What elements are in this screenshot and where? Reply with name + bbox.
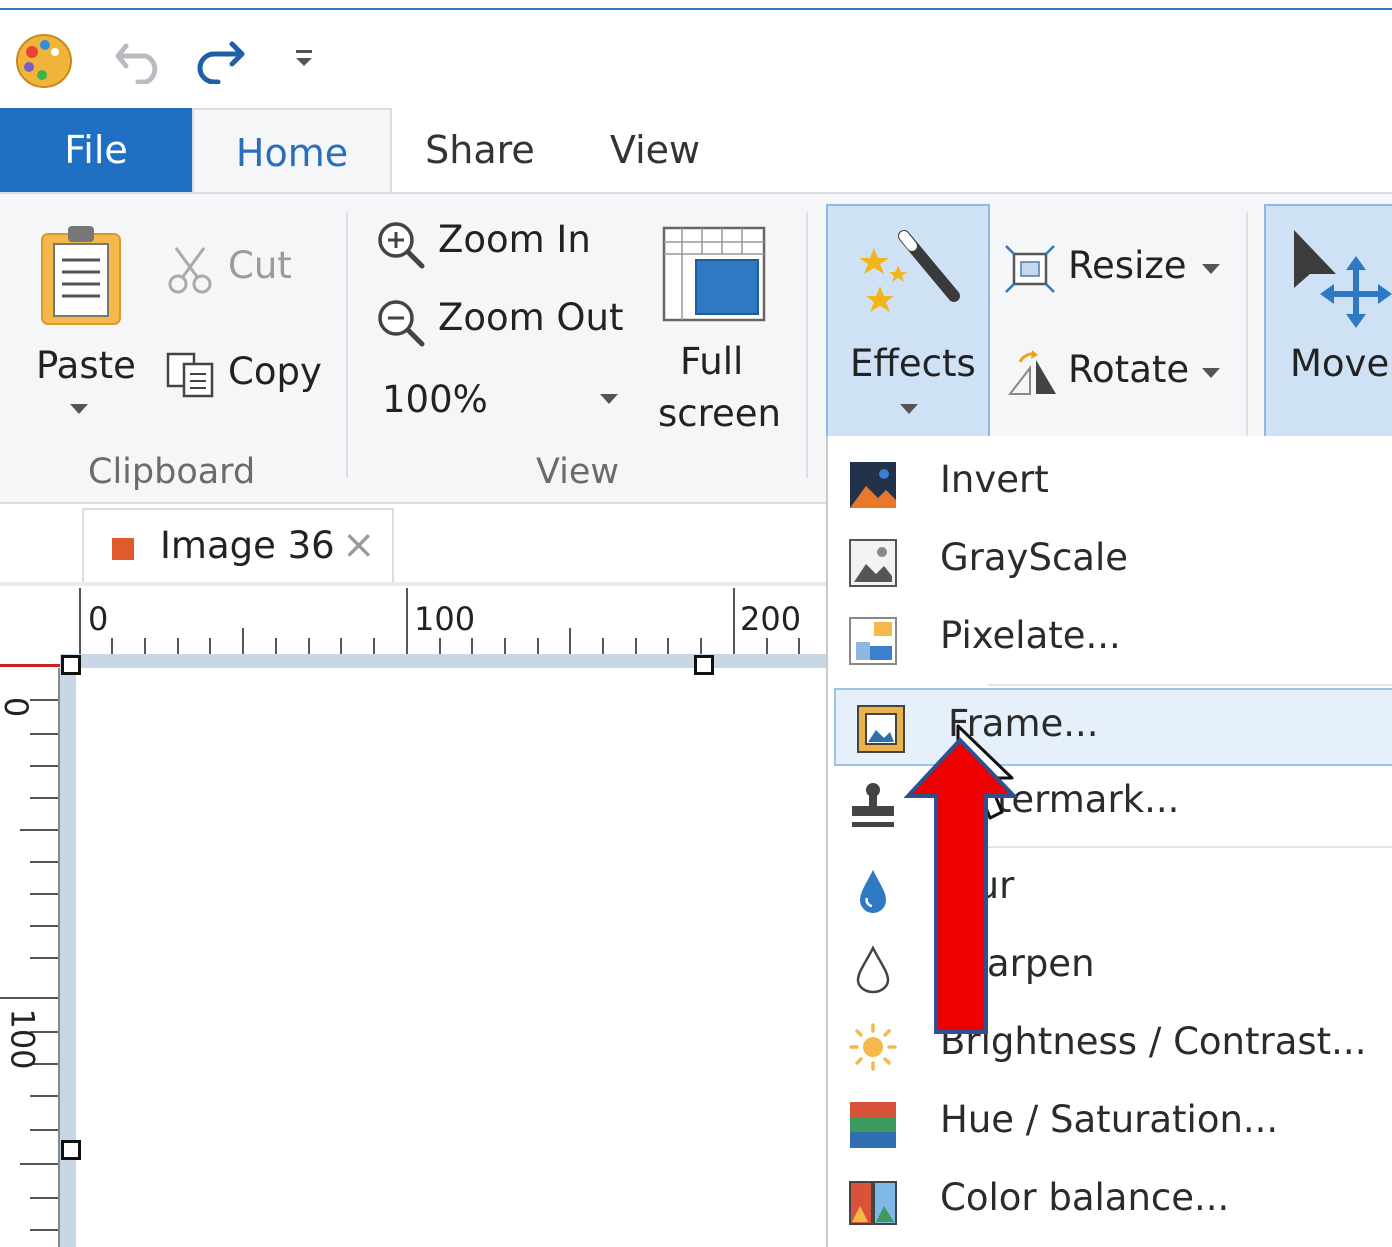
zoom-out-label: Zoom Out: [438, 296, 624, 339]
paste-button[interactable]: Paste: [28, 216, 136, 426]
resize-handle-left-middle[interactable]: [61, 1140, 81, 1160]
menu-item-label: GrayScale: [940, 536, 1128, 579]
horizontal-ruler: 0 100 200: [78, 588, 826, 656]
zoom-out-icon: [378, 300, 425, 347]
ribbon-separator: [346, 212, 348, 478]
tab-share[interactable]: Share: [410, 108, 550, 192]
zoom-in-icon: [378, 222, 425, 269]
sharpen-drop-icon: [856, 945, 890, 994]
pixelate-icon: [849, 617, 897, 665]
brightness-sun-icon: [849, 1023, 897, 1071]
copy-label: Copy: [228, 350, 322, 393]
vruler-label-0: 0: [0, 696, 36, 718]
tab-file[interactable]: File: [0, 108, 192, 192]
vertical-ruler-ticks: [0, 699, 58, 1231]
menu-item-grayscale[interactable]: GrayScale: [828, 524, 1392, 602]
full-screen-icon: [662, 226, 766, 322]
view-group-label: View: [536, 452, 620, 492]
ruler-label-0: 0: [88, 600, 109, 638]
color-balance-icon: [849, 1181, 897, 1225]
clipboard-paste-icon: [41, 226, 121, 325]
full-screen-button[interactable]: Full screen: [652, 220, 781, 440]
cut-label: Cut: [228, 244, 292, 287]
menu-item-invert[interactable]: Invert: [828, 446, 1392, 524]
ribbon-separator: [1246, 212, 1248, 438]
copy-button[interactable]: Copy: [162, 346, 332, 402]
paste-dropdown-icon: [70, 404, 88, 414]
ruler-label-200: 200: [740, 600, 802, 638]
ruler-label-100: 100: [414, 600, 476, 638]
effects-dropdown-icon: [900, 404, 918, 414]
ribbon-separator: [806, 212, 808, 478]
rotate-icon: [1007, 350, 1056, 395]
palette-icon: [16, 34, 72, 88]
resize-handle-top-left[interactable]: [61, 655, 81, 675]
rotate-label: Rotate: [1068, 348, 1190, 391]
image-canvas[interactable]: [76, 668, 826, 1247]
customize-toolbar-button[interactable]: [290, 44, 320, 74]
redo-button[interactable]: [192, 36, 248, 85]
document-tab[interactable]: Image 36 ×: [82, 508, 394, 584]
close-tab-button[interactable]: ×: [342, 522, 376, 568]
frame-icon: [857, 705, 905, 753]
menu-separator: [988, 846, 1392, 848]
tab-view[interactable]: View: [590, 108, 720, 192]
hue-saturation-icon: [850, 1102, 896, 1148]
redo-icon: [197, 41, 245, 85]
vertical-ruler: 0 100: [0, 668, 60, 1247]
move-label: Move: [1290, 342, 1390, 385]
blur-drop-icon: [860, 870, 886, 913]
zoom-dropdown-icon: [600, 394, 618, 404]
annotation-red-arrow: [904, 737, 1019, 1034]
rotate-dropdown-icon: [1202, 368, 1220, 378]
resize-handle-top-middle[interactable]: [694, 655, 714, 675]
document-tabstrip-border: [0, 582, 826, 586]
grayscale-icon: [849, 539, 897, 587]
document-color-icon: [112, 538, 134, 560]
rotate-button[interactable]: Rotate: [1000, 342, 1236, 402]
move-button[interactable]: Move: [1264, 204, 1392, 438]
resize-button[interactable]: Resize: [1000, 238, 1236, 298]
menu-item-label: Invert: [940, 458, 1049, 501]
menu-item-hue-saturation[interactable]: Hue / Saturation...: [828, 1086, 1392, 1164]
scissors-icon: [168, 247, 212, 294]
zoom-level-value: 100%: [382, 378, 488, 421]
menu-item-label: Pixelate...: [940, 614, 1121, 657]
watermark-stamp-icon: [852, 783, 894, 827]
document-title: Image 36: [160, 524, 335, 567]
window-top-border: [0, 0, 1392, 10]
cut-button[interactable]: Cut: [166, 240, 296, 296]
resize-dropdown-icon: [1202, 264, 1220, 274]
zoom-level-combobox[interactable]: 100%: [378, 372, 628, 426]
resize-icon: [1005, 245, 1055, 293]
menu-item-label: Color balance...: [940, 1176, 1230, 1219]
invert-icon: [850, 462, 896, 508]
tab-home[interactable]: Home: [192, 108, 392, 196]
menu-item-label: Hue / Saturation...: [940, 1098, 1279, 1141]
undo-button[interactable]: [112, 36, 168, 85]
move-cursor-icon: [1294, 230, 1392, 328]
ribbon-tab-row: File Home Share View: [0, 108, 1392, 196]
vruler-label-100: 100: [3, 1008, 42, 1070]
effects-label: Effects: [850, 342, 976, 385]
full-screen-label-line2: screen: [658, 392, 781, 435]
effects-button[interactable]: Effects: [826, 204, 990, 438]
customize-toolbar-icon: [296, 50, 312, 66]
zoom-in-label: Zoom In: [438, 218, 591, 261]
menu-separator: [988, 684, 1392, 686]
undo-icon: [115, 43, 158, 85]
full-screen-label-line1: Full: [680, 340, 744, 383]
app-icon[interactable]: [14, 30, 74, 90]
zoom-out-button[interactable]: Zoom Out: [374, 294, 634, 350]
magic-wand-icon: [859, 230, 960, 312]
clipboard-group-label: Clipboard: [88, 452, 256, 492]
paste-label: Paste: [36, 344, 136, 387]
zoom-in-button[interactable]: Zoom In: [374, 216, 604, 272]
copy-icon: [166, 352, 214, 398]
menu-item-pixelate[interactable]: Pixelate...: [828, 602, 1392, 680]
menu-item-color-balance[interactable]: Color balance...: [828, 1164, 1392, 1242]
resize-label: Resize: [1068, 244, 1187, 287]
